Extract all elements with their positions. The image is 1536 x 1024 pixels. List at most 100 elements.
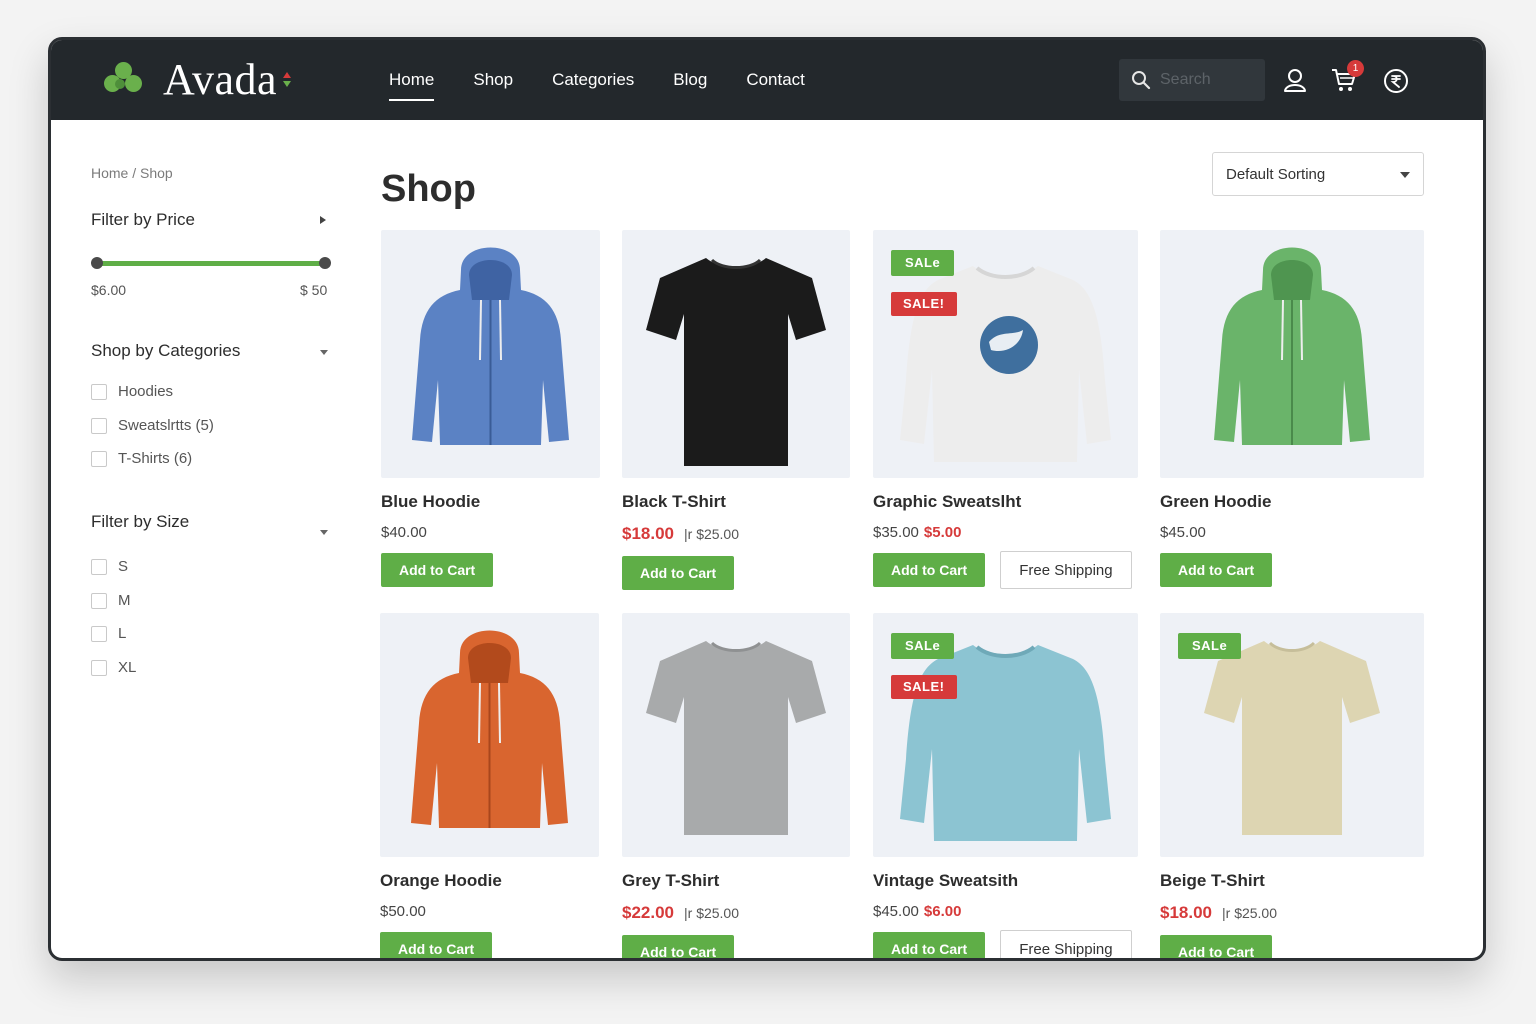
product-price: $50.00 <box>380 903 599 920</box>
browser-window: Avada Home Shop Categories Blog Contact <box>48 37 1486 961</box>
nav-contact[interactable]: Contact <box>746 40 805 120</box>
product-price: $18.00 |r $25.00 <box>1160 903 1424 923</box>
product-name[interactable]: Green Hoodie <box>1160 492 1424 512</box>
hoodie-image <box>411 630 568 828</box>
page-title: Shop <box>381 168 476 210</box>
product-image[interactable] <box>381 230 600 478</box>
search-icon[interactable] <box>1131 70 1151 90</box>
hoodie-image <box>1214 247 1370 445</box>
product-name[interactable]: Blue Hoodie <box>381 492 600 512</box>
sort-value: Default Sorting <box>1226 165 1326 183</box>
add-to-cart-button[interactable]: Add to Cart <box>380 932 493 958</box>
category-tshirts[interactable]: T-Shirts (6) <box>91 450 192 467</box>
size-l[interactable]: L <box>91 625 126 642</box>
logo[interactable]: Avada <box>101 58 292 102</box>
category-sweatshirts[interactable]: Sweatslrtts (5) <box>91 417 214 434</box>
category-label: Hoodies <box>118 383 174 400</box>
chevron-right-icon[interactable] <box>319 215 327 225</box>
add-to-cart-button[interactable]: Add to Cart <box>1160 935 1273 958</box>
price: $45.00 <box>1160 524 1206 541</box>
sort-select[interactable]: Default Sorting <box>1212 152 1424 196</box>
product-name[interactable]: Beige T-Shirt <box>1160 871 1424 891</box>
user-icon[interactable] <box>1283 67 1307 93</box>
product-price: $45.00 <box>1160 524 1424 541</box>
checkbox[interactable] <box>91 450 107 467</box>
product-name[interactable]: Graphic Sweatslht <box>873 492 1138 512</box>
price: $35.00 <box>873 524 919 541</box>
search-input[interactable] <box>1160 71 1260 89</box>
product-card-blue-hoodie: Blue Hoodie $40.00 Add to Cart <box>381 230 600 587</box>
size-label: M <box>118 592 131 609</box>
product-image[interactable] <box>622 613 850 857</box>
size-label: XL <box>118 659 137 676</box>
product-image[interactable]: SALe <box>1160 613 1424 857</box>
product-name[interactable]: Vintage Sweatsith <box>873 871 1138 891</box>
add-to-cart-button[interactable]: Add to Cart <box>1160 553 1273 587</box>
price: $40.00 <box>381 524 427 541</box>
nav-home[interactable]: Home <box>389 40 435 120</box>
cart-count-badge: 1 <box>1347 60 1364 77</box>
product-image[interactable]: SALe SALE! <box>873 230 1138 478</box>
sale-badge: SALe <box>891 250 955 276</box>
price: $50.00 <box>380 903 426 920</box>
product-image[interactable]: SALe SALE! <box>873 613 1138 857</box>
old-price: |r $25.00 <box>684 905 740 921</box>
product-card-beige-tshirt: SALe Beige T-Shirt $18.00 |r $25.00 Add … <box>1160 613 1424 958</box>
product-card-black-tshirt: Black T-Shirt $18.00 |r $25.00 Add to Ca… <box>622 230 850 590</box>
product-price: $35.00 $5.00 <box>873 524 1138 541</box>
size-s[interactable]: S <box>91 558 128 575</box>
product-image[interactable] <box>622 230 850 478</box>
product-price: $40.00 <box>381 524 600 541</box>
hoodie-image <box>412 247 569 445</box>
filter-price-title[interactable]: Filter by Price <box>91 210 195 230</box>
checkbox[interactable] <box>91 383 107 400</box>
add-to-cart-button[interactable]: Add to Cart <box>381 553 494 587</box>
filter-size-title[interactable]: Filter by Size <box>91 512 189 532</box>
nav-shop[interactable]: Shop <box>473 40 513 120</box>
sale-badge: SALe <box>1178 633 1242 659</box>
size-m[interactable]: M <box>91 592 131 609</box>
chevron-down-icon[interactable] <box>319 528 329 536</box>
sale-price: $18.00 <box>622 524 674 543</box>
old-price: |r $25.00 <box>1222 905 1278 921</box>
product-card-green-hoodie: Green Hoodie $45.00 Add to Cart <box>1160 230 1424 587</box>
checkbox[interactable] <box>91 659 107 676</box>
logo-accent-icon <box>281 70 292 90</box>
checkbox[interactable] <box>91 625 107 642</box>
product-name[interactable]: Black T-Shirt <box>622 492 850 512</box>
price-slider-max-handle[interactable] <box>319 257 331 269</box>
checkbox[interactable] <box>91 558 107 575</box>
nav-blog[interactable]: Blog <box>673 40 707 120</box>
chevron-down-icon[interactable] <box>319 348 329 356</box>
nav-categories[interactable]: Categories <box>552 40 634 120</box>
add-to-cart-button[interactable]: Add to Cart <box>873 932 986 958</box>
chevron-down-icon <box>1400 172 1410 178</box>
product-name[interactable]: Grey T-Shirt <box>622 871 850 891</box>
free-shipping-button[interactable]: Free Shipping <box>1000 551 1132 589</box>
size-xl[interactable]: XL <box>91 659 136 676</box>
checkbox[interactable] <box>91 417 107 434</box>
price-slider-track[interactable] <box>97 261 325 266</box>
category-hoodies[interactable]: Hoodies <box>91 383 173 400</box>
price: $45.00 <box>873 903 919 920</box>
product-image[interactable] <box>1160 230 1424 478</box>
shop-categories-title[interactable]: Shop by Categories <box>91 341 240 361</box>
sale-price: $6.00 <box>923 903 962 920</box>
tshirt-image <box>646 258 826 466</box>
product-price: $18.00 |r $25.00 <box>622 524 850 544</box>
checkbox[interactable] <box>91 592 107 609</box>
add-to-cart-button[interactable]: Add to Cart <box>622 556 735 590</box>
currency-icon[interactable] <box>1383 68 1409 94</box>
price-min-label: $6.00 <box>91 282 127 298</box>
sale-badge: SALE! <box>891 292 957 316</box>
logo-clover-icon <box>101 60 147 100</box>
add-to-cart-button[interactable]: Add to Cart <box>873 553 986 587</box>
product-image[interactable] <box>380 613 599 857</box>
product-name[interactable]: Orange Hoodie <box>380 871 599 891</box>
sale-badge: SALe <box>891 633 955 659</box>
add-to-cart-button[interactable]: Add to Cart <box>622 935 735 958</box>
sale-price: $18.00 <box>1160 903 1212 922</box>
price-slider-min-handle[interactable] <box>91 257 103 269</box>
sale-price: $22.00 <box>622 903 674 922</box>
free-shipping-button[interactable]: Free Shipping <box>1000 930 1132 958</box>
